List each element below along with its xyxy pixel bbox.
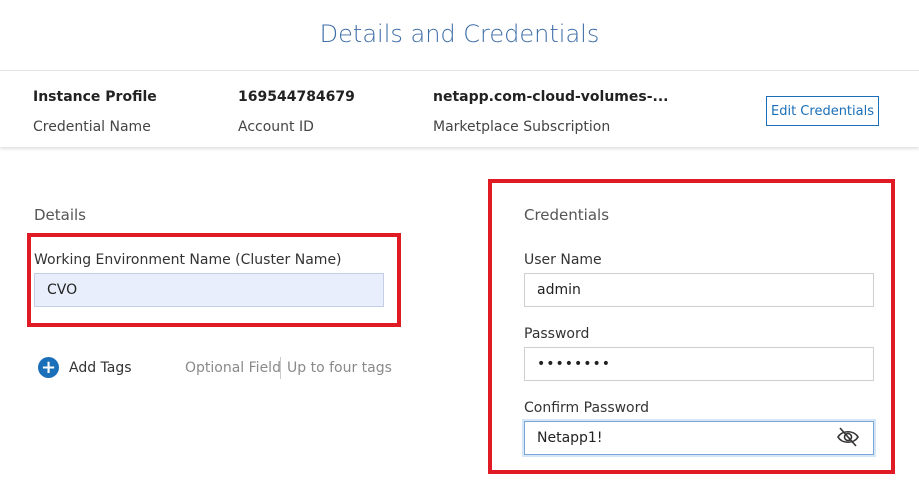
marketplace-subscription-value: netapp.com-cloud-volumes-... (433, 89, 669, 105)
cluster-name-label: Working Environment Name (Cluster Name) (34, 252, 342, 268)
details-section-title: Details (34, 206, 87, 224)
account-id-label: Account ID (238, 119, 314, 135)
confirm-password-label: Confirm Password (524, 400, 650, 416)
credentials-section-title: Credentials (524, 206, 610, 224)
cluster-name-input[interactable]: CVO (34, 273, 384, 307)
credential-name-label: Credential Name (33, 119, 151, 135)
password-input[interactable]: •••••••• (524, 347, 874, 381)
account-id-value: 169544784679 (238, 89, 355, 105)
user-name-label: User Name (524, 252, 602, 268)
eye-off-icon[interactable] (836, 426, 860, 448)
tag-limit-hint: Up to four tags (287, 360, 392, 376)
plus-circle-icon: + (38, 357, 59, 378)
credential-name-value: Instance Profile (33, 89, 157, 105)
optional-field-hint: Optional Field (185, 360, 281, 376)
tag-hint-divider (280, 357, 281, 379)
confirm-password-input[interactable]: Netapp1! (524, 421, 874, 455)
user-name-input[interactable]: admin (524, 273, 874, 307)
marketplace-subscription-label: Marketplace Subscription (433, 119, 611, 135)
page-title: Details and Credentials (319, 20, 600, 48)
account-id-column: 169544784679 Account ID (238, 89, 355, 135)
marketplace-column: netapp.com-cloud-volumes-... Marketplace… (433, 89, 668, 135)
add-tags-button[interactable]: + Add Tags (38, 357, 132, 378)
credentials-summary-bar: Instance Profile Credential Name 1695447… (0, 70, 919, 147)
credential-name-column: Instance Profile Credential Name (33, 89, 157, 135)
add-tags-label: Add Tags (69, 359, 132, 376)
password-label: Password (524, 326, 590, 342)
edit-credentials-button[interactable]: Edit Credentials (766, 96, 879, 126)
